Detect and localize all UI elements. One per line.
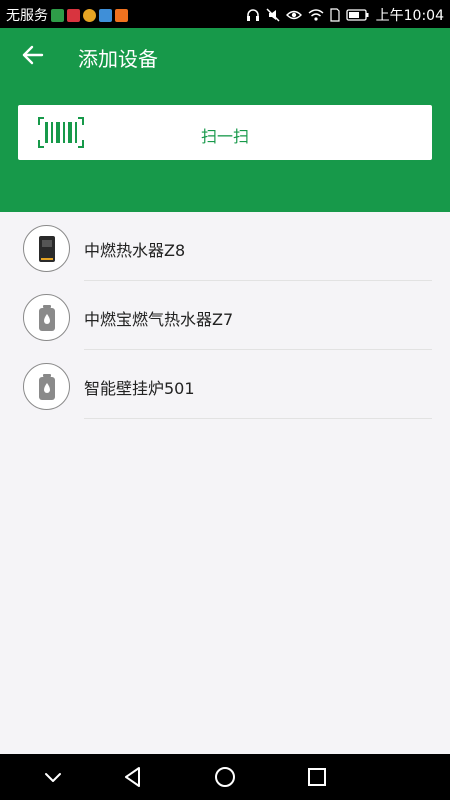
list-item-device-z7[interactable]: 中燃宝燃气热水器Z7 — [0, 281, 450, 350]
page-title: 添加设备 — [78, 47, 158, 71]
device-list: 中燃热水器Z8 中燃宝燃气热水器Z7 智能壁挂炉501 — [0, 212, 450, 419]
sim-icon — [330, 8, 340, 22]
app-notification-icon — [67, 8, 80, 22]
headset-icon — [246, 9, 259, 21]
status-time: 上午10:04 — [375, 8, 444, 24]
device-label: 中燃宝燃气热水器Z7 — [84, 310, 234, 329]
list-item-device-z8[interactable]: 中燃热水器Z8 — [0, 212, 450, 281]
arrow-left-icon[interactable] — [20, 42, 46, 68]
eye-comfort-icon — [285, 10, 302, 20]
app-notification-icon — [115, 8, 128, 22]
device-label: 智能壁挂炉501 — [84, 379, 195, 398]
back-triangle-icon[interactable] — [120, 764, 146, 790]
scan-label: 扫一扫 — [200, 127, 249, 146]
app-notification-icon — [83, 8, 96, 22]
list-item-device-501[interactable]: 智能壁挂炉501 — [0, 350, 450, 419]
chevron-down-icon[interactable] — [40, 764, 66, 790]
status-bar: 无服务 上午10:04 — [0, 0, 450, 28]
wall-boiler-icon — [23, 363, 70, 410]
device-label: 中燃热水器Z8 — [84, 241, 186, 260]
divider — [84, 418, 432, 419]
status-bar-right: 上午10:04 — [246, 5, 444, 25]
carrier-text: 无服务 — [6, 8, 48, 24]
status-bar-left: 无服务 — [6, 5, 128, 25]
navigation-bar — [0, 754, 450, 800]
app-notification-icon — [51, 8, 64, 22]
header: 添加设备 扫一扫 — [0, 28, 450, 212]
water-heater-icon — [23, 225, 70, 272]
battery-icon — [345, 9, 369, 21]
wifi-icon — [308, 9, 324, 21]
mute-icon — [266, 8, 280, 22]
app-notification-icon — [99, 8, 112, 22]
home-circle-icon[interactable] — [212, 764, 238, 790]
recent-apps-square-icon[interactable] — [304, 764, 330, 790]
scan-button[interactable]: 扫一扫 — [18, 105, 432, 160]
gas-water-heater-icon — [23, 294, 70, 341]
